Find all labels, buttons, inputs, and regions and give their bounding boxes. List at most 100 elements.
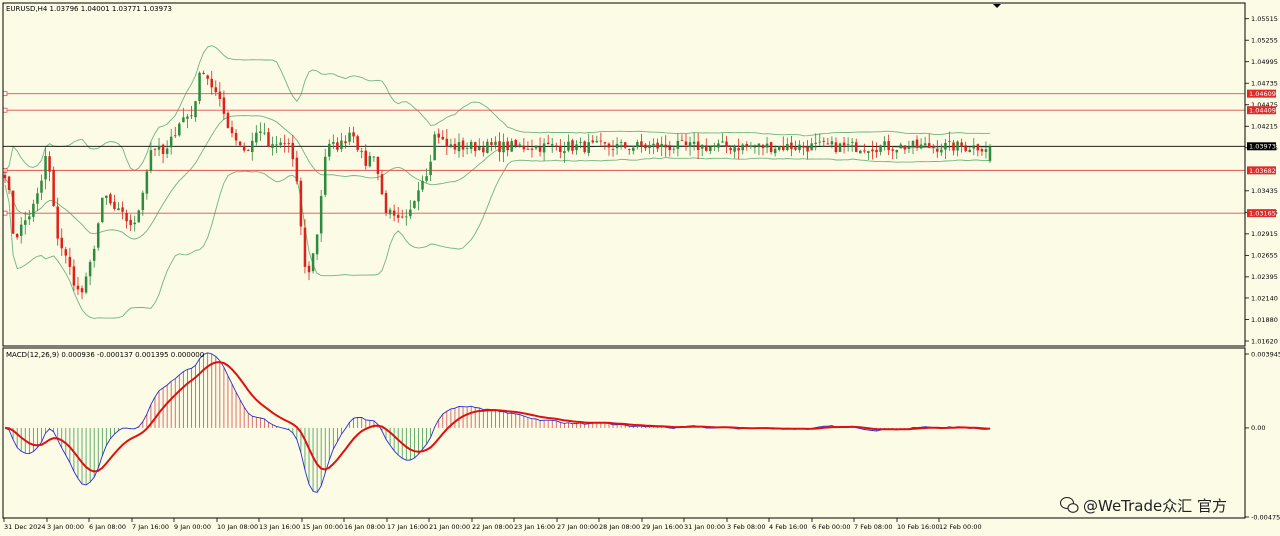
candle: [178, 122, 181, 137]
candle: [644, 142, 647, 152]
candle-body: [125, 213, 128, 222]
candle-body: [76, 285, 80, 290]
candle-body: [101, 197, 104, 222]
level-handle: [2, 210, 8, 216]
candle: [794, 140, 797, 152]
time-tick-label: 29 Jan 16:00: [642, 523, 683, 531]
candle-body: [506, 141, 509, 151]
candle-body: [24, 220, 27, 225]
candle-body: [214, 87, 218, 93]
candle: [887, 134, 890, 156]
candle: [259, 122, 262, 141]
chart-canvas[interactable]: 1.055151.052551.049951.047351.044751.042…: [0, 0, 1280, 536]
candle-body: [96, 223, 100, 248]
price-tick-label: 1.04995: [1251, 58, 1278, 66]
bollinger-bands: [4, 45, 991, 319]
candle-body: [469, 141, 473, 149]
candle: [271, 136, 274, 156]
candle-body: [871, 149, 874, 152]
candle-body: [968, 149, 971, 153]
candle-body: [664, 144, 667, 148]
candle: [230, 120, 234, 138]
candle-body: [376, 157, 380, 174]
candle: [251, 132, 254, 161]
candle-body: [332, 141, 335, 144]
macd-lines: [4, 352, 991, 494]
candle: [782, 136, 785, 152]
candle-body: [449, 144, 453, 147]
candle: [449, 138, 453, 149]
candle-body: [948, 141, 951, 142]
candle: [514, 138, 517, 149]
upper-band: [4, 45, 991, 172]
candle-body: [627, 149, 631, 150]
candle-body: [255, 132, 258, 143]
candle-body: [854, 142, 858, 152]
candle: [234, 129, 238, 146]
candle: [287, 138, 291, 153]
candle: [267, 127, 270, 148]
candle-body: [396, 214, 400, 218]
candle: [923, 136, 927, 147]
candle: [725, 135, 728, 154]
candle-body: [923, 143, 927, 146]
candle: [437, 128, 440, 144]
candle: [149, 142, 153, 174]
time-tick-label: 28 Jan 08:00: [599, 523, 640, 531]
candle-body: [246, 150, 250, 151]
candle: [498, 132, 501, 162]
candle: [482, 141, 485, 157]
candle: [960, 138, 963, 153]
candle-body: [895, 149, 899, 153]
candle-body: [413, 200, 416, 208]
candle: [28, 209, 31, 226]
candle-body: [623, 142, 627, 148]
candle-body: [526, 148, 530, 150]
candle: [291, 134, 295, 167]
candle: [19, 216, 23, 244]
candle: [506, 137, 509, 157]
level-price-label: 1.04609: [1249, 90, 1276, 98]
candle-body: [834, 142, 838, 153]
candle: [473, 141, 477, 157]
candle-body: [692, 141, 696, 144]
candle: [668, 141, 672, 157]
candle-body: [676, 140, 680, 149]
candle: [627, 148, 631, 155]
candle-body: [729, 147, 732, 151]
candle: [988, 143, 992, 164]
time-axis: 31 Dec 2024 3 Jan 00:00 6 Jan 08:00 7 Jan 1…: [3, 518, 982, 531]
candle-body: [919, 144, 923, 149]
candle: [68, 247, 72, 275]
candle-body: [956, 141, 959, 151]
candle-body: [328, 143, 331, 157]
candle-body: [307, 265, 311, 273]
candle: [709, 145, 712, 155]
candle-body: [721, 141, 724, 143]
middle-band: [4, 115, 991, 240]
candle-body: [810, 143, 813, 151]
time-tick-label: 10 Jan 08:00: [217, 523, 258, 531]
candle-body: [757, 143, 761, 146]
candle: [822, 137, 826, 148]
candle-body: [372, 156, 376, 158]
candle: [15, 233, 19, 240]
time-tick-label: 10 Feb 16:00: [897, 523, 940, 531]
support-resistance-levels: 1.04609 1.04409 1.03682 1.03165 1.03973: [2, 89, 1276, 218]
candle: [7, 175, 11, 195]
candle: [72, 259, 76, 291]
candle: [790, 135, 793, 157]
price-tick-label: 1.05255: [1251, 37, 1278, 45]
candle-body: [32, 203, 35, 217]
candle-body: [295, 157, 299, 182]
shift-marker-icon[interactable]: [993, 4, 1001, 8]
candle: [101, 197, 104, 224]
candle: [769, 141, 773, 155]
candle-body: [153, 148, 157, 150]
candle: [206, 74, 209, 85]
candle: [859, 149, 862, 154]
candle: [903, 145, 907, 154]
candle-body: [356, 136, 359, 150]
candle-body: [80, 288, 84, 293]
candle: [948, 131, 951, 151]
